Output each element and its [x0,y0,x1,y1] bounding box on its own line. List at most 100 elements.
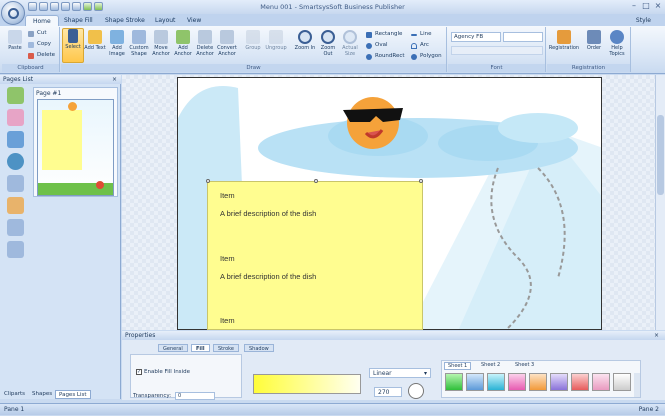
add-image-button[interactable]: Add Image [106,30,128,57]
gradient-swatch[interactable] [613,373,631,391]
tab-shadow[interactable]: Shadow [244,344,274,352]
tab-sheet-1[interactable]: Sheet 1 [444,362,472,370]
minimize-button[interactable]: – [628,1,640,11]
delete-anchor-button[interactable]: Delete Anchor [194,30,216,57]
tab-cliparts[interactable]: Cliparts [1,390,28,399]
selection-handle[interactable] [419,179,423,183]
tab-home[interactable]: Home [25,15,59,26]
move-anchor-icon [154,30,168,44]
window-title: Menu 001 - SmartsysSoft Business Publish… [260,3,405,11]
menu-note-shape[interactable]: Item A brief description of the dish Ite… [206,179,423,330]
font-name-select[interactable]: Agency FB [451,32,501,42]
gradient-preview[interactable] [253,374,361,394]
tab-shapes[interactable]: Shapes [29,390,55,399]
cut-button[interactable]: Cut [28,29,46,38]
properties-header: Properties × [122,331,665,340]
roundrect-button[interactable]: RoundRect [366,52,405,61]
tab-pages-list[interactable]: Pages List [55,390,91,399]
swatch-scrollbar[interactable] [634,373,640,397]
gradient-type-select[interactable]: Linear ▾ [369,368,431,378]
scroll-thumb[interactable] [657,115,664,195]
delete-button[interactable]: Delete [28,51,55,60]
select-button[interactable]: Select [62,28,84,63]
zoom-in-button[interactable]: Zoom In [294,30,316,51]
application-menu-button[interactable] [1,1,25,25]
help-icon [610,30,624,44]
angle-input[interactable]: 270 [374,387,402,397]
rectangle-button[interactable]: Rectangle [366,30,402,39]
close-button[interactable]: × [652,1,664,11]
actual-size-button[interactable]: Actual Size [339,30,361,57]
tab-layout[interactable]: Layout [148,15,182,26]
gradient-swatch[interactable] [550,373,568,391]
page-thumbnail[interactable] [37,99,114,196]
clipart-star-icon[interactable] [7,197,24,214]
transparency-input[interactable]: 0 [175,392,215,400]
gradient-swatch[interactable] [445,373,463,391]
add-text-button[interactable]: Add Text [84,30,106,51]
maximize-button[interactable]: □ [640,1,652,11]
pointer-icon [68,29,78,43]
selection-handle[interactable] [206,179,210,183]
gradient-swatch[interactable] [466,373,484,391]
add-anchor-icon [176,30,190,44]
pages-list-header: Pages List × [0,75,121,84]
thumbnail-grill [96,181,104,189]
clipart-people-icon[interactable] [7,175,24,192]
registration-button[interactable]: Registration [547,30,581,51]
polygon-button[interactable]: Polygon [411,52,442,61]
thumbnail-sun [68,102,77,111]
tab-shape-stroke[interactable]: Shape Stroke [98,15,152,26]
chevron-down-icon: ▾ [423,370,427,377]
cart-icon [587,30,601,44]
gradient-swatch[interactable] [592,373,610,391]
line-button[interactable]: Line [411,30,431,39]
paste-button[interactable]: Paste [4,30,26,51]
help-topics-button[interactable]: Help Topics [606,30,628,57]
paste-icon [8,30,22,44]
vertical-scrollbar[interactable] [655,75,665,330]
tab-fill[interactable]: Fill [191,344,210,352]
registration-icon [557,30,571,44]
copy-button[interactable]: Copy [28,40,51,49]
convert-anchor-button[interactable]: Convert Anchor [216,30,238,57]
add-anchor-button[interactable]: Add Anchor [172,30,194,57]
clipart-building-icon[interactable] [7,131,24,148]
tab-general[interactable]: General [158,344,188,352]
tab-sheet-3[interactable]: Sheet 3 [512,362,537,368]
arc-button[interactable]: Arc [411,41,429,50]
status-pane-1: Pane 1 [4,406,25,413]
tab-view[interactable]: View [180,15,208,26]
close-icon[interactable]: × [112,75,117,84]
clipart-nature-icon[interactable] [7,87,24,104]
group-clipboard: Paste Cut Copy Delete Clipboard [2,27,60,72]
ungroup-button[interactable]: Ungroup [265,30,287,51]
font-format-toolbar[interactable] [451,46,543,55]
oval-button[interactable]: Oval [366,41,387,50]
move-anchor-button[interactable]: Move Anchor [150,30,172,57]
zoom-out-button[interactable]: Zoom Out [317,30,339,57]
swatch-sheets: Sheet 1 Sheet 2 Sheet 3 [441,360,641,398]
clipart-shapes-icon[interactable] [7,219,24,236]
tab-stroke[interactable]: Stroke [213,344,239,352]
gradient-swatch[interactable] [571,373,589,391]
page-label: Page #1 [36,90,62,97]
enable-fill-checkbox[interactable]: ✓ [136,369,142,375]
close-icon[interactable]: × [654,331,659,340]
gradient-swatch[interactable] [508,373,526,391]
angle-dial[interactable] [408,383,424,399]
clipart-flower-icon[interactable] [7,109,24,126]
gradient-swatch[interactable] [487,373,505,391]
tab-sheet-2[interactable]: Sheet 2 [478,362,503,368]
order-button[interactable]: Order [583,30,605,51]
rectangle-icon [366,32,372,38]
font-size-select[interactable] [503,32,543,42]
clipart-globe-icon[interactable] [7,153,24,170]
group-button[interactable]: Group [242,30,264,51]
custom-shape-button[interactable]: Custom Shape [128,30,150,57]
style-menu[interactable]: Style [636,15,651,26]
selection-handle[interactable] [314,179,318,183]
gradient-swatch[interactable] [529,373,547,391]
clipart-arrows-icon[interactable] [7,241,24,258]
tab-shape-fill[interactable]: Shape Fill [57,15,100,26]
